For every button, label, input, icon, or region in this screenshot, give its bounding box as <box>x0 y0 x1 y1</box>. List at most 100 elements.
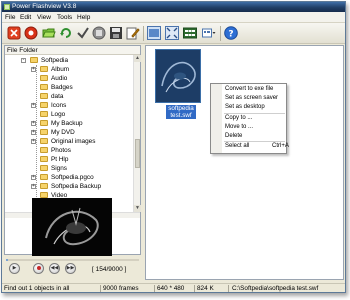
tree-item[interactable]: data <box>5 92 133 101</box>
svg-text:?: ? <box>228 30 233 40</box>
expand-icon[interactable]: + <box>31 130 36 135</box>
folder-icon <box>40 183 48 189</box>
folder-icon <box>40 120 48 126</box>
tree-item-label: Album <box>51 66 70 73</box>
scroll-thumb[interactable] <box>135 139 140 168</box>
filmstrip-icon[interactable] <box>183 26 197 40</box>
menu-file[interactable]: File <box>5 12 15 23</box>
record-icon[interactable] <box>24 26 38 40</box>
tree-item-label: Signs <box>51 165 67 172</box>
menu-convert-to-exe[interactable]: Convert to exe file <box>225 85 273 94</box>
menu-item-label: Select all <box>225 143 250 149</box>
tree-item-label: Softpedia.pgco <box>51 174 94 181</box>
tree-item[interactable]: Signs <box>5 164 133 173</box>
menu-select-all[interactable]: Select all Ctrl+A <box>225 142 289 151</box>
tree-item[interactable]: + My DVD <box>5 128 133 137</box>
thumbnail-image[interactable] <box>155 49 201 103</box>
tree-item[interactable]: Logo <box>5 110 133 119</box>
folder-icon <box>40 66 48 72</box>
toolbar: ? <box>2 23 345 44</box>
fast-forward-icon[interactable]: ▶▶ <box>65 263 76 274</box>
tree-item[interactable]: + Icons <box>5 101 133 110</box>
refresh-icon[interactable] <box>59 26 73 40</box>
menu-item-label: Set as desktop <box>225 104 265 110</box>
save-icon[interactable] <box>109 26 123 40</box>
status-dimensions: 640 * 480 <box>157 285 185 292</box>
thumbnail-view-icon[interactable] <box>147 26 161 40</box>
tree-item[interactable]: Badges <box>5 83 133 92</box>
preview-image <box>32 198 112 256</box>
status-divider <box>228 285 229 292</box>
menu-help[interactable]: Help <box>77 12 90 23</box>
open-folder-icon[interactable] <box>42 26 56 40</box>
app-window: Power Flashview V3.8 File Edit View Tool… <box>1 1 346 293</box>
tree-item[interactable]: Pt Hlp <box>5 155 133 164</box>
tree-item[interactable]: + Softpedia Backup <box>5 182 133 191</box>
collapse-icon[interactable]: - <box>21 58 26 63</box>
close-red-icon[interactable] <box>7 26 21 40</box>
check-icon[interactable] <box>76 26 90 40</box>
folder-icon <box>40 102 48 108</box>
folder-icon <box>40 147 48 153</box>
stop-record-icon[interactable] <box>33 263 44 274</box>
tree-item-label: data <box>51 93 64 100</box>
tree-item[interactable]: + Softpedia.pgco <box>5 173 133 182</box>
menu-set-desktop[interactable]: Set as desktop <box>225 103 265 112</box>
status-frames: 9000 frames <box>103 285 139 292</box>
tree-item[interactable]: Photos <box>5 146 133 155</box>
tree-item[interactable]: + Album <box>5 65 133 74</box>
folder-icon <box>40 138 48 144</box>
menu-delete[interactable]: Delete <box>225 132 242 141</box>
thumbnail-caption-line2: test.swf <box>170 112 192 119</box>
menu-bar: File Edit View Tools Help <box>2 12 345 23</box>
vertical-scrollbar[interactable]: ▲ ▼ <box>133 55 141 212</box>
status-divider <box>100 285 101 292</box>
menu-tools[interactable]: Tools <box>57 12 72 23</box>
menu-item-label: Convert to exe file <box>225 86 274 92</box>
tree-item[interactable]: Audio <box>5 74 133 83</box>
status-divider <box>154 285 155 292</box>
folder-icon <box>40 84 48 90</box>
thumbnail-item[interactable]: softpedia test.swf <box>155 49 201 121</box>
expand-icon[interactable]: + <box>31 184 36 189</box>
expand-icon[interactable]: + <box>31 103 36 108</box>
tree-item-label: My DVD <box>51 129 75 136</box>
view-options-icon[interactable] <box>202 26 216 40</box>
menu-view[interactable]: View <box>37 12 51 23</box>
menu-copy-to[interactable]: Copy to ... <box>225 114 252 123</box>
tree-item-label: Softpedia <box>41 57 69 64</box>
zoom-fit-icon[interactable] <box>165 26 179 40</box>
rewind-icon[interactable]: ◀◀ <box>49 263 60 274</box>
folder-icon <box>40 174 48 180</box>
play-icon[interactable]: ▶ <box>9 263 20 274</box>
menu-item-label: Copy to ... <box>225 115 253 121</box>
menu-set-screen-saver[interactable]: Set as screen saver <box>225 94 278 103</box>
status-found: Find out 1 objects in all <box>4 285 70 292</box>
tree-item-label: Logo <box>51 111 66 118</box>
expand-icon[interactable]: + <box>31 121 36 126</box>
menu-item-label: Delete <box>225 133 243 139</box>
app-icon <box>4 4 10 10</box>
folder-icon <box>40 93 48 99</box>
menu-move-to[interactable]: Move to ... <box>225 123 253 132</box>
edit-icon[interactable] <box>126 26 140 40</box>
scroll-up-icon[interactable]: ▲ <box>134 55 141 62</box>
stop-icon[interactable] <box>92 26 106 40</box>
window-title: Power Flashview V3.8 <box>12 3 77 10</box>
expand-icon[interactable]: + <box>31 67 36 72</box>
tree-item[interactable]: + My Backup <box>5 119 133 128</box>
folder-icon <box>40 111 48 117</box>
tree-item[interactable]: - Softpedia <box>5 56 133 65</box>
tree-item[interactable]: + Original images <box>5 137 133 146</box>
expand-icon[interactable]: + <box>31 139 36 144</box>
playback-progress[interactable] <box>6 259 139 261</box>
tree-item-label: Original images <box>51 138 96 145</box>
help-icon[interactable]: ? <box>224 26 238 40</box>
tree-item-label: My Backup <box>51 120 83 127</box>
scroll-down-icon[interactable]: ▼ <box>134 205 141 212</box>
menu-edit[interactable]: Edit <box>20 12 31 23</box>
thumbnail-caption[interactable]: softpedia test.swf <box>166 105 196 119</box>
tree-item-label: Pt Hlp <box>51 156 69 163</box>
title-bar: Power Flashview V3.8 <box>2 2 345 12</box>
expand-icon[interactable]: + <box>31 175 36 180</box>
